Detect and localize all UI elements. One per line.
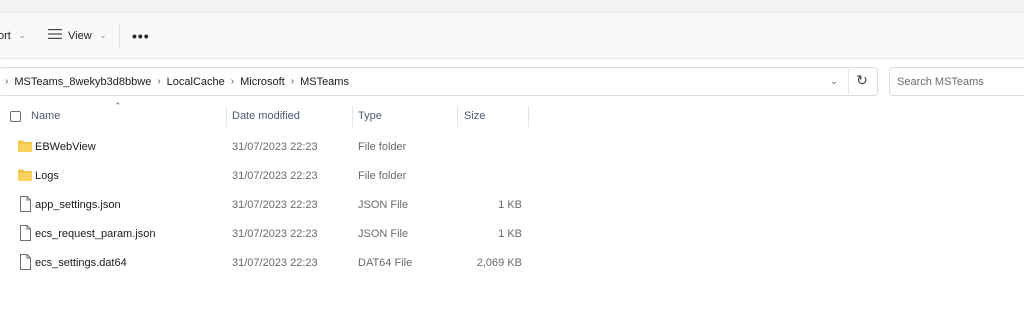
breadcrumb-item[interactable]: LocalCache xyxy=(167,76,225,88)
file-row[interactable]: EBWebView 31/07/2023 22:23 File folder xyxy=(0,132,1024,161)
sort-button[interactable]: ort ⌄ xyxy=(0,13,26,58)
breadcrumb-item[interactable]: MSTeams xyxy=(300,76,349,88)
more-options-button[interactable]: ••• xyxy=(132,13,150,58)
file-name: app_settings.json xyxy=(35,198,121,211)
column-divider[interactable] xyxy=(457,106,458,127)
folder-icon xyxy=(18,140,32,152)
breadcrumb-item[interactable]: Microsoft xyxy=(240,76,285,88)
refresh-icon[interactable]: ↻ xyxy=(848,67,875,94)
file-size xyxy=(462,132,522,161)
column-headers: Name ⌃ Date modified Type Size xyxy=(0,101,1024,129)
file-type: JSON File xyxy=(358,198,409,211)
breadcrumb-item[interactable]: MSTeams_8wekyb3d8bbwe xyxy=(14,76,151,88)
breadcrumb-chevron-icon[interactable]: › xyxy=(231,76,234,87)
breadcrumb-chevron-icon[interactable]: › xyxy=(291,76,294,87)
file-size: 1 KB xyxy=(498,227,522,240)
address-bar[interactable]: › MSTeams_8wekyb3d8bbwe › LocalCache › M… xyxy=(0,67,878,96)
view-label: View xyxy=(68,29,92,42)
column-divider[interactable] xyxy=(528,106,529,127)
chevron-down-icon: ⌄ xyxy=(18,31,26,40)
search-input[interactable] xyxy=(889,67,1024,96)
column-header-name[interactable]: Name xyxy=(31,103,60,129)
window-top-strip xyxy=(0,0,1024,13)
file-row[interactable]: Logs 31/07/2023 22:23 File folder xyxy=(0,161,1024,190)
file-row[interactable]: ecs_settings.dat64 31/07/2023 22:23 DAT6… xyxy=(0,248,1024,277)
breadcrumb-chevron-icon[interactable]: › xyxy=(5,76,8,87)
column-header-size[interactable]: Size xyxy=(464,103,485,129)
folder-icon xyxy=(18,169,32,181)
column-divider[interactable] xyxy=(352,106,353,127)
file-date: 31/07/2023 22:23 xyxy=(232,169,318,182)
file-size xyxy=(462,161,522,190)
column-divider[interactable] xyxy=(226,106,227,127)
file-type: JSON File xyxy=(358,227,409,240)
file-row[interactable]: app_settings.json 31/07/2023 22:23 JSON … xyxy=(0,190,1024,219)
view-button[interactable]: View ⌄ xyxy=(48,13,106,58)
file-date: 31/07/2023 22:23 xyxy=(232,140,318,153)
command-bar: ort ⌄ View ⌄ ••• xyxy=(0,13,1024,59)
file-size: 1 KB xyxy=(498,198,522,211)
file-date: 31/07/2023 22:23 xyxy=(232,256,318,269)
chevron-down-icon: ⌄ xyxy=(99,31,107,40)
file-icon xyxy=(20,225,31,241)
file-size: 2,069 KB xyxy=(476,256,522,269)
file-type: File folder xyxy=(358,140,407,153)
sort-ascending-icon: ⌃ xyxy=(114,101,122,111)
file-type: DAT64 File xyxy=(358,256,413,269)
file-name: Logs xyxy=(35,169,59,182)
file-row[interactable]: ecs_request_param.json 31/07/2023 22:23 … xyxy=(0,219,1024,248)
column-header-date[interactable]: Date modified xyxy=(232,103,300,129)
column-header-size-label: Size xyxy=(464,110,486,122)
breadcrumb-chevron-icon[interactable]: › xyxy=(157,76,160,87)
file-icon xyxy=(20,196,31,212)
view-icon xyxy=(48,29,62,42)
file-date: 31/07/2023 22:23 xyxy=(232,227,318,240)
file-name: ecs_settings.dat64 xyxy=(35,256,127,269)
column-header-name-label: Name xyxy=(31,110,61,122)
file-date: 31/07/2023 22:23 xyxy=(232,198,318,211)
column-header-type[interactable]: Type xyxy=(358,103,382,129)
more-icon: ••• xyxy=(132,27,150,44)
sort-label: ort xyxy=(0,29,11,42)
file-icon xyxy=(20,254,31,270)
toolbar-divider xyxy=(119,23,120,48)
select-all-checkbox[interactable] xyxy=(10,111,21,122)
file-name: EBWebView xyxy=(35,140,96,153)
column-header-date-label: Date modified xyxy=(232,110,300,122)
file-name: ecs_request_param.json xyxy=(35,227,156,240)
address-dropdown-icon[interactable]: ⌄ xyxy=(825,68,843,95)
breadcrumb: › MSTeams_8wekyb3d8bbwe › LocalCache › M… xyxy=(5,68,349,95)
column-header-type-label: Type xyxy=(358,110,382,122)
file-type: File folder xyxy=(358,169,407,182)
